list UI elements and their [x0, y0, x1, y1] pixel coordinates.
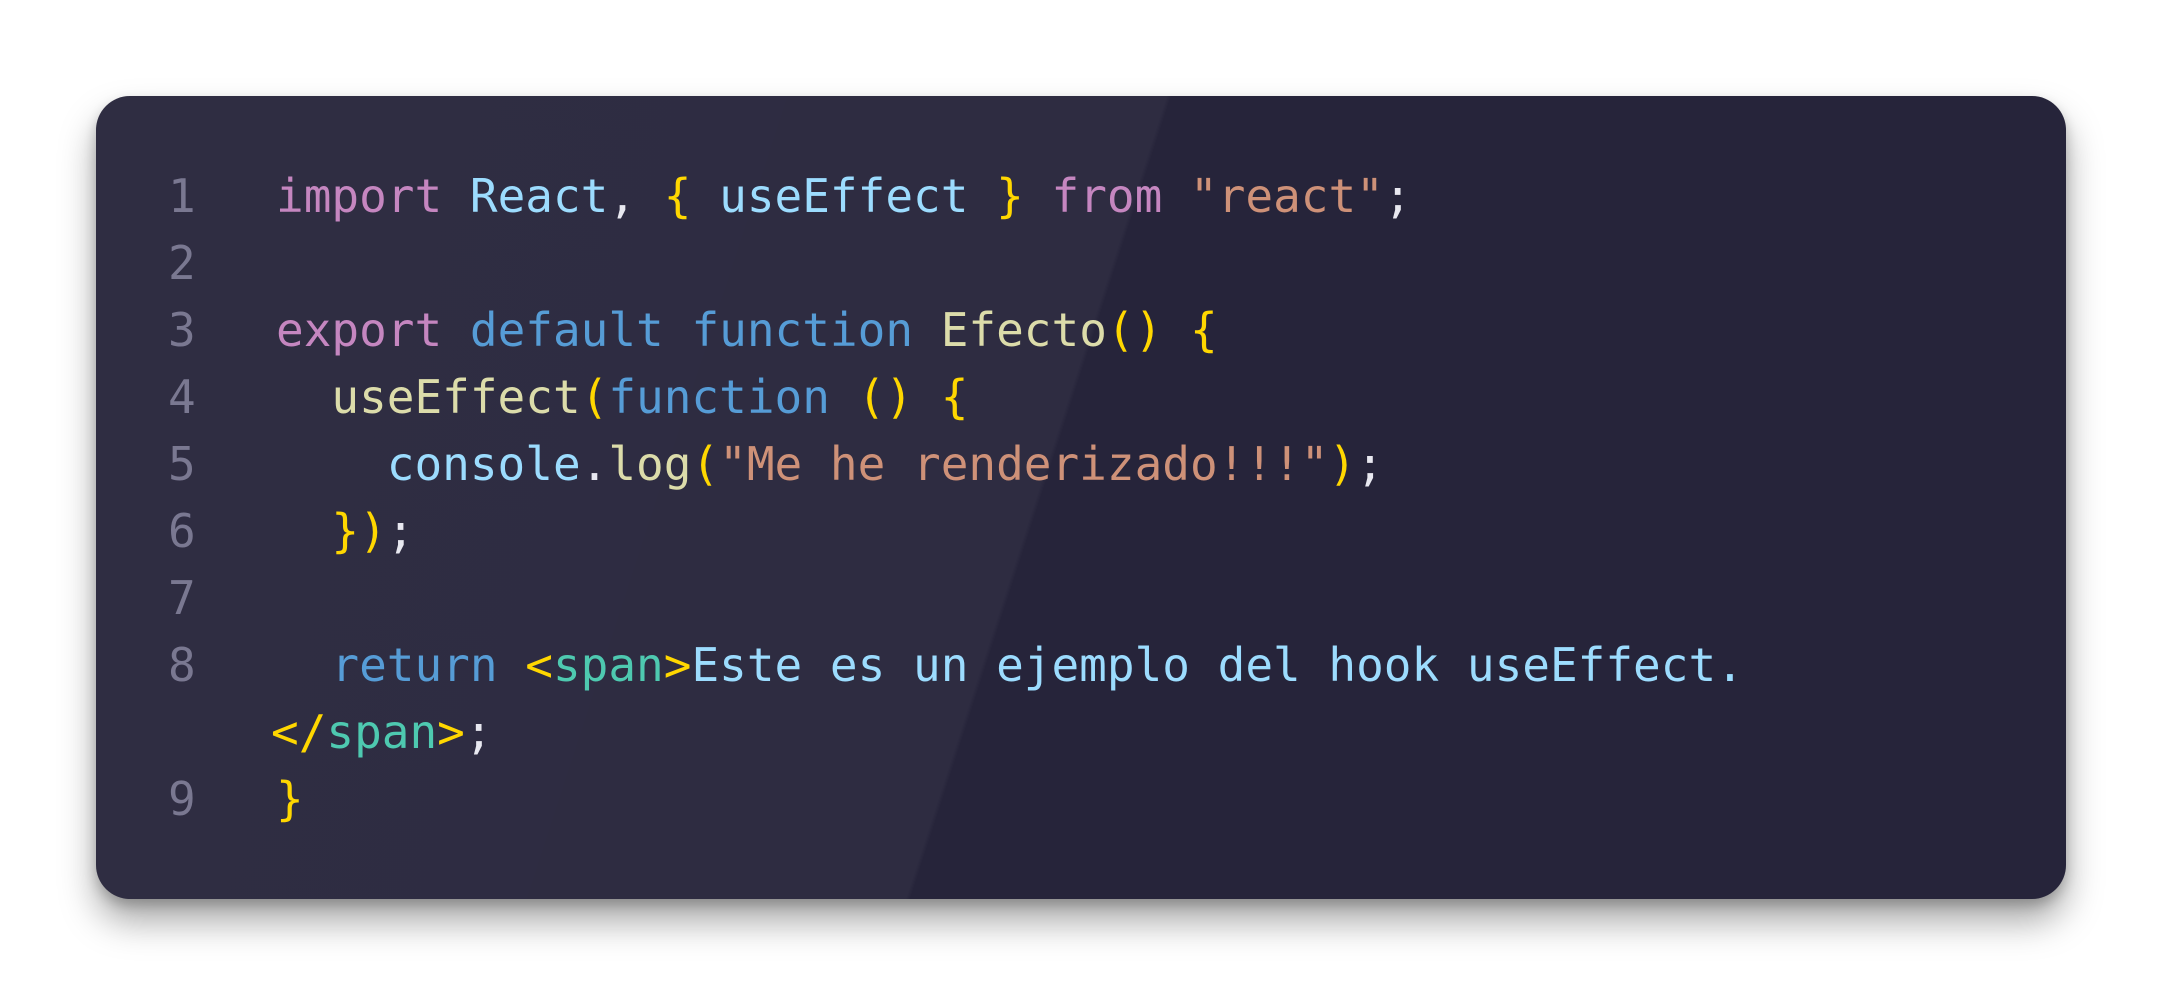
code-token-identifier: React	[469, 169, 609, 223]
code-token-punctuation	[1024, 169, 1052, 223]
code-token-bracket: })	[331, 504, 387, 558]
code-token-storage: return	[331, 638, 498, 692]
line-number: 4	[168, 370, 196, 424]
line-code: return <span>Este es un ejemplo del hook…	[276, 632, 1744, 699]
code-token-function: log	[608, 437, 692, 491]
code-token-punctuation	[664, 303, 692, 357]
code-token-bracket: )	[1328, 437, 1357, 491]
code-token-punctuation	[830, 370, 858, 424]
code-token-string: "react"	[1190, 169, 1384, 223]
line-number: 8	[168, 638, 196, 692]
code-token-bracket: {	[663, 169, 692, 223]
code-token-punctuation	[276, 504, 331, 558]
code-token-punctuation: ;	[1383, 169, 1412, 223]
code-token-punctuation	[913, 370, 941, 424]
code-token-bracket: <	[525, 638, 553, 692]
code-token-function: Efecto	[940, 303, 1107, 357]
code-line: </span>;	[96, 699, 1744, 766]
code-token-bracket: {	[940, 370, 969, 424]
line-number: 9	[168, 772, 196, 826]
code-token-bracket: }	[996, 169, 1024, 223]
code-token-storage: default	[469, 303, 664, 357]
code-token-bracket: (	[580, 370, 609, 424]
code-line: 4 useEffect(function () {	[96, 364, 1744, 431]
code-token-string: "Me he renderizado!!!"	[719, 437, 1329, 491]
code-line: 5 console.log("Me he renderizado!!!");	[96, 431, 1744, 498]
line-number: 1	[168, 169, 196, 223]
code-snippet-card: 1 import React, { useEffect } from "react…	[96, 96, 2066, 899]
line-number: 2	[168, 236, 196, 290]
code-token-punctuation	[1162, 169, 1190, 223]
code-token-punctuation	[913, 303, 941, 357]
line-code: });	[276, 498, 414, 565]
line-number: 6	[168, 504, 196, 558]
code-line: 7	[96, 565, 1744, 632]
code-line: 2	[96, 230, 1744, 297]
code-token-function: useEffect	[331, 370, 581, 424]
code-block: 1 import React, { useEffect } from "react…	[96, 163, 1744, 833]
code-token-punctuation	[442, 303, 470, 357]
code-token-tag: span	[326, 705, 438, 759]
code-token-punctuation: ;	[386, 504, 415, 558]
code-token-keyword: from	[1051, 169, 1163, 223]
code-token-punctuation	[276, 370, 331, 424]
line-code: }	[276, 766, 304, 833]
code-token-bracket: </	[271, 705, 327, 759]
code-token-punctuation: ,	[608, 169, 664, 223]
code-token-punctuation	[276, 638, 331, 692]
code-token-keyword: import	[276, 169, 443, 223]
line-code: export default function Efecto() {	[276, 297, 1218, 364]
code-token-bracket: }	[276, 772, 304, 826]
code-token-punctuation	[442, 169, 470, 223]
code-token-punctuation	[276, 437, 387, 491]
line-number: 7	[168, 571, 196, 625]
line-code: import React, { useEffect } from "react"…	[276, 163, 1412, 230]
code-token-punctuation: ;	[1356, 437, 1384, 491]
code-token-identifier: console	[386, 437, 581, 491]
code-token-punctuation	[968, 169, 996, 223]
line-number	[96, 699, 271, 766]
code-token-storage: function	[691, 303, 914, 357]
code-token-punctuation	[1162, 303, 1190, 357]
code-token-punctuation: .	[580, 437, 609, 491]
code-token-identifier: Este es un ejemplo del hook useEffect.	[691, 638, 1744, 692]
code-line: 9}	[96, 766, 1744, 833]
code-token-identifier: useEffect	[719, 169, 969, 223]
line-number: 5	[168, 437, 196, 491]
line-code: console.log("Me he renderizado!!!");	[276, 431, 1384, 498]
code-token-punctuation	[691, 169, 719, 223]
code-token-bracket: {	[1189, 303, 1218, 357]
code-token-bracket: ()	[857, 370, 913, 424]
code-token-punctuation	[498, 638, 526, 692]
code-token-bracket: (	[691, 437, 720, 491]
code-line: 6 });	[96, 498, 1744, 565]
code-token-bracket: ()	[1106, 303, 1163, 357]
code-line: 3 export default function Efecto() {	[96, 297, 1744, 364]
code-token-bracket: >	[663, 638, 692, 692]
code-token-storage: function	[608, 370, 830, 424]
code-token-punctuation: ;	[464, 705, 493, 759]
line-code: </span>;	[271, 699, 493, 766]
code-token-tag: span	[552, 638, 664, 692]
code-token-bracket: >	[437, 705, 465, 759]
code-token-keyword: export	[276, 303, 443, 357]
code-line: 1 import React, { useEffect } from "react…	[96, 163, 1744, 230]
line-code: useEffect(function () {	[276, 364, 968, 431]
code-line: 8 return <span>Este es un ejemplo del ho…	[96, 632, 1744, 699]
line-number: 3	[168, 303, 196, 357]
